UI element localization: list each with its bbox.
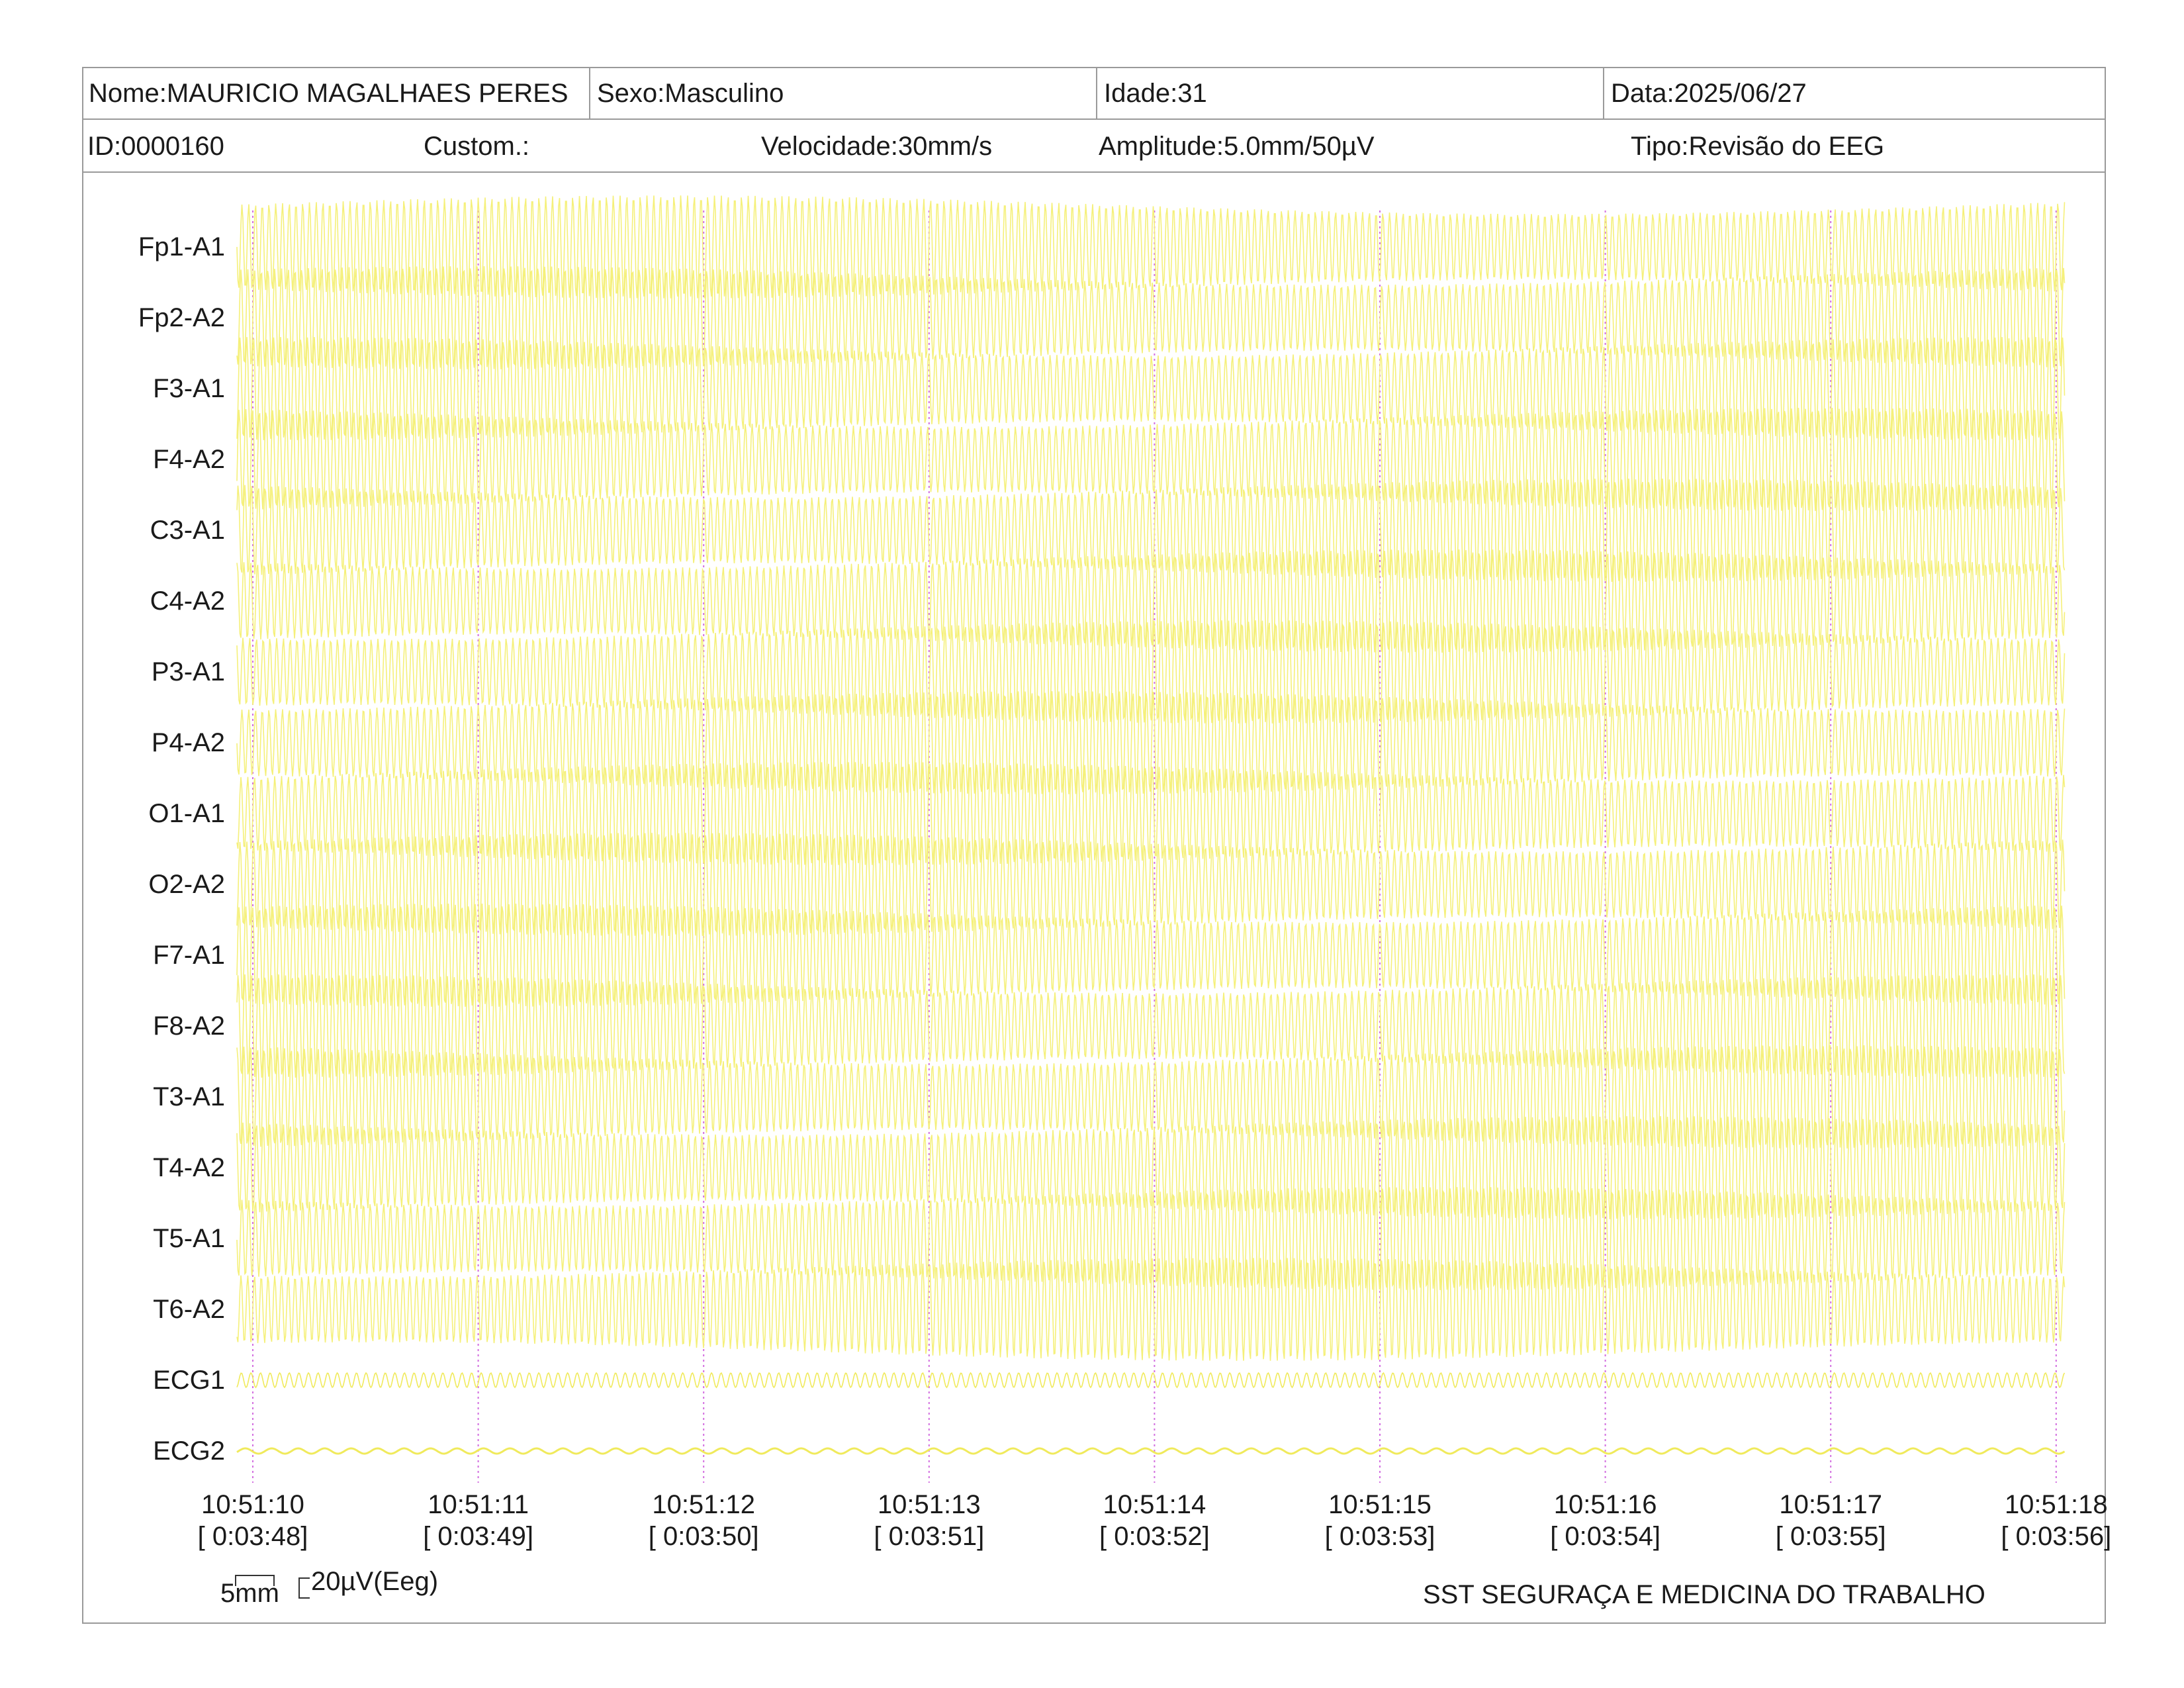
tick-time: 10:51:18 [2004, 1490, 2108, 1519]
channel-label: F4-A2 [153, 445, 225, 474]
channel-label: C3-A1 [150, 516, 225, 545]
tick-elapsed: [ 0:03:48] [197, 1522, 308, 1551]
report-frame [82, 67, 2106, 1624]
patient-name: Nome:MAURICIO MAGALHAES PERES [89, 79, 569, 108]
channel-label: T5-A1 [153, 1224, 225, 1253]
channel-label: F7-A1 [153, 941, 225, 970]
tick-time: 10:51:16 [1553, 1490, 1657, 1519]
channel-label: T6-A2 [153, 1295, 225, 1324]
tick-elapsed: [ 0:03:52] [1099, 1522, 1210, 1551]
tick-elapsed: [ 0:03:49] [423, 1522, 533, 1551]
tick-elapsed: [ 0:03:51] [874, 1522, 985, 1551]
patient-age: Idade:31 [1096, 67, 1603, 118]
channel-label: F8-A2 [153, 1011, 225, 1041]
tick-elapsed: [ 0:03:55] [1775, 1522, 1886, 1551]
tick-time: 10:51:15 [1328, 1490, 1432, 1519]
tick-time: 10:51:10 [201, 1490, 304, 1519]
recording-info-row: ID:0000160 Custom.: Velocidade:30mm/s Am… [82, 120, 2106, 173]
tick-time: 10:51:12 [652, 1490, 756, 1519]
record-type: Tipo:Revisão do EEG [1631, 132, 1885, 161]
channel-label: ECG2 [153, 1436, 225, 1466]
custom-field: Custom.: [424, 132, 530, 161]
tick-elapsed: [ 0:03:53] [1324, 1522, 1435, 1551]
company-name: SST SEGURAÇA E MEDICINA DO TRABALHO [1423, 1580, 1985, 1609]
channel-label: P4-A2 [151, 728, 225, 757]
channel-label: O2-A2 [148, 870, 225, 899]
time-scale-label: 5mm [220, 1579, 279, 1608]
patient-id: ID:0000160 [87, 132, 224, 161]
tick-elapsed: [ 0:03:54] [1550, 1522, 1661, 1551]
amplitude-scale-label: 20µV(Eeg) [311, 1567, 439, 1596]
tick-time: 10:51:11 [428, 1490, 529, 1519]
channel-label: T3-A1 [153, 1082, 225, 1111]
record-date: Data:2025/06/27 [1603, 67, 2106, 118]
channel-label: O1-A1 [148, 799, 225, 828]
tick-time: 10:51:13 [877, 1490, 981, 1519]
channel-label: C4-A2 [150, 586, 225, 616]
tick-time: 10:51:17 [1779, 1490, 1883, 1519]
channel-label: F3-A1 [153, 374, 225, 403]
channel-label: P3-A1 [151, 657, 225, 686]
channel-label: T4-A2 [153, 1153, 225, 1182]
channel-label: Fp2-A2 [138, 303, 225, 332]
channel-label: ECG1 [153, 1366, 225, 1395]
channel-label: Fp1-A1 [138, 232, 225, 261]
tick-elapsed: [ 0:03:56] [2001, 1522, 2112, 1551]
tick-time: 10:51:14 [1103, 1490, 1206, 1519]
tick-elapsed: [ 0:03:50] [648, 1522, 759, 1551]
speed-setting: Velocidade:30mm/s [761, 132, 993, 161]
amplitude-setting: Amplitude:5.0mm/50µV [1099, 132, 1375, 161]
patient-sex: Sexo:Masculino [589, 67, 1096, 118]
patient-info-row: Nome:MAURICIO MAGALHAES PERES Sexo:Mascu… [82, 67, 2106, 120]
